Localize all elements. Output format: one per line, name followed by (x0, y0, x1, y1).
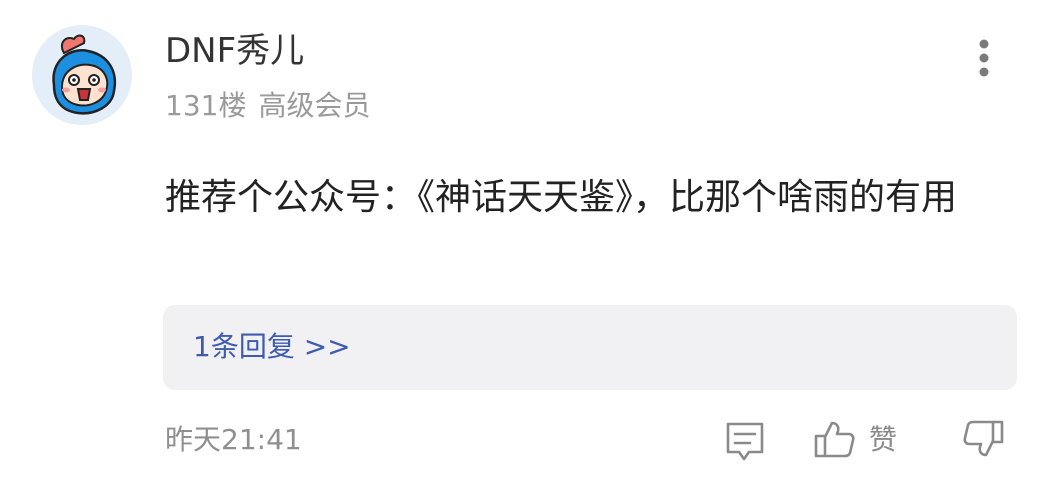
avatar[interactable] (32, 25, 132, 125)
replies-box[interactable]: 1条回复 >> (163, 305, 1017, 390)
post-meta: 131楼 高级会员 (165, 86, 370, 126)
like-label: 赞 (869, 423, 898, 456)
thumbs-down-icon (963, 420, 1004, 457)
member-level: 高级会员 (258, 89, 371, 122)
comment-icon (726, 422, 764, 461)
more-vertical-icon (979, 39, 989, 77)
post-time: 昨天21:41 (165, 423, 302, 456)
view-replies-link[interactable]: 1条回复 >> (193, 327, 351, 367)
more-options-button[interactable] (968, 34, 1000, 84)
reply-button[interactable] (722, 418, 768, 464)
floor-number: 131楼 (165, 89, 247, 122)
thumbs-up-icon (814, 421, 855, 458)
dislike-button[interactable] (960, 416, 1006, 462)
like-button[interactable]: 赞 (812, 416, 908, 462)
comment-text: 推荐个公众号：《神话天天鉴》，比那个啥雨的有用 (165, 177, 958, 218)
username[interactable]: DNF秀儿 (165, 28, 304, 74)
